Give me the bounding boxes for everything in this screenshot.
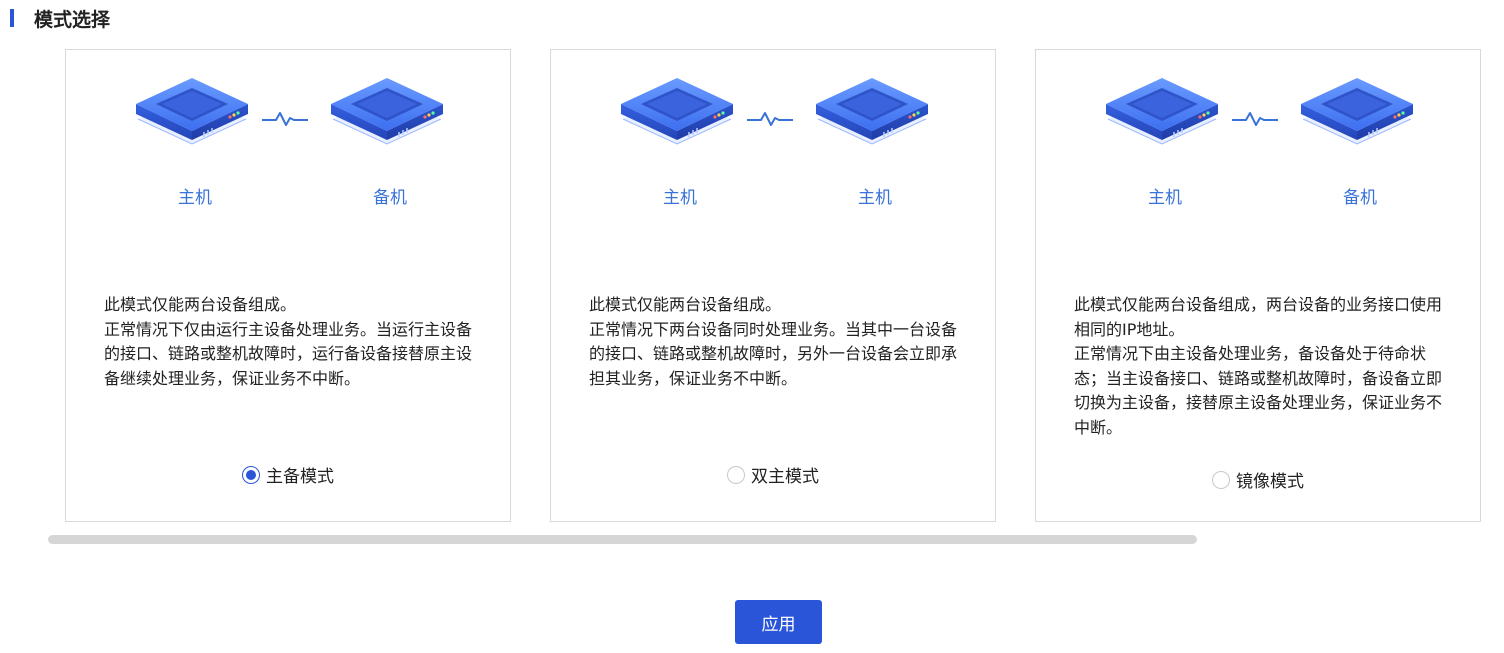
apply-button[interactable]: 应用 bbox=[735, 600, 822, 644]
section-title: 模式选择 bbox=[34, 8, 111, 31]
server-device-icon bbox=[1300, 77, 1414, 145]
mode-label[interactable]: 镜像模式 bbox=[1236, 467, 1304, 492]
heartbeat-link-icon bbox=[262, 112, 308, 126]
heartbeat-link-icon bbox=[747, 112, 793, 126]
server-device-icon bbox=[135, 77, 249, 145]
device-label-left: 主机 bbox=[178, 188, 212, 208]
device-label-left: 主机 bbox=[663, 188, 697, 208]
heartbeat-link-icon bbox=[1232, 112, 1278, 126]
radio-unchecked-icon[interactable] bbox=[727, 465, 745, 484]
description-line: 正常情况下两台设备同时处理业务。当其中一台设备的接口、链路或整机故障时，另外一台… bbox=[589, 319, 958, 388]
description-line: 正常情况下仅由运行主设备处理业务。当运行主设备的接口、链路或整机故障时，运行备设… bbox=[104, 319, 473, 388]
mode-card-active-active: 主机 主机 此模式仅能两台设备组成。 正常情况下两台设备同时处理业务。当其中一台… bbox=[550, 49, 996, 522]
server-device-icon bbox=[330, 77, 444, 145]
server-device-icon bbox=[815, 77, 929, 145]
radio-mirror[interactable]: 镜像模式 bbox=[1212, 467, 1304, 492]
description-line: 此模式仅能两台设备组成。 bbox=[104, 295, 297, 314]
server-device-icon bbox=[1105, 77, 1219, 145]
mode-label[interactable]: 主备模式 bbox=[266, 462, 334, 487]
mode-card-active-standby: 主机 备机 此模式仅能两台设备组成。 正常情况下仅由运行主设备处理业务。当运行主… bbox=[65, 49, 511, 522]
mode-selection-page: 模式选择 主机 备机 此模式仅能两台设备组成。 正常情况下仅由运行主设备处理业务… bbox=[0, 0, 1504, 653]
device-label-right: 备机 bbox=[373, 188, 407, 208]
radio-unchecked-icon[interactable] bbox=[1212, 470, 1230, 489]
device-label-right: 主机 bbox=[858, 188, 892, 208]
mode-description: 此模式仅能两台设备组成。 正常情况下仅由运行主设备处理业务。当运行主设备的接口、… bbox=[104, 293, 476, 391]
radio-checked-icon[interactable] bbox=[242, 465, 260, 484]
mode-card-mirror: 主机 备机 此模式仅能两台设备组成，两台设备的业务接口使用相同的IP地址。 正常… bbox=[1035, 49, 1481, 522]
description-line: 此模式仅能两台设备组成。 bbox=[589, 295, 782, 314]
radio-active-active[interactable]: 双主模式 bbox=[727, 462, 819, 487]
device-label-left: 主机 bbox=[1148, 188, 1182, 208]
mode-description: 此模式仅能两台设备组成。 正常情况下两台设备同时处理业务。当其中一台设备的接口、… bbox=[589, 293, 961, 391]
server-device-icon bbox=[620, 77, 734, 145]
horizontal-scrollbar[interactable] bbox=[48, 535, 1197, 544]
radio-active-standby[interactable]: 主备模式 bbox=[242, 462, 334, 487]
title-accent-bar bbox=[10, 9, 14, 27]
mode-description: 此模式仅能两台设备组成，两台设备的业务接口使用相同的IP地址。 正常情况下由主设… bbox=[1074, 293, 1446, 440]
description-line: 正常情况下由主设备处理业务，备设备处于待命状态；当主设备接口、链路或整机故障时，… bbox=[1074, 344, 1443, 437]
section-header: 模式选择 bbox=[10, 6, 111, 31]
mode-label[interactable]: 双主模式 bbox=[751, 462, 819, 487]
device-label-right: 备机 bbox=[1343, 188, 1377, 208]
description-line: 此模式仅能两台设备组成，两台设备的业务接口使用相同的IP地址。 bbox=[1074, 295, 1443, 339]
